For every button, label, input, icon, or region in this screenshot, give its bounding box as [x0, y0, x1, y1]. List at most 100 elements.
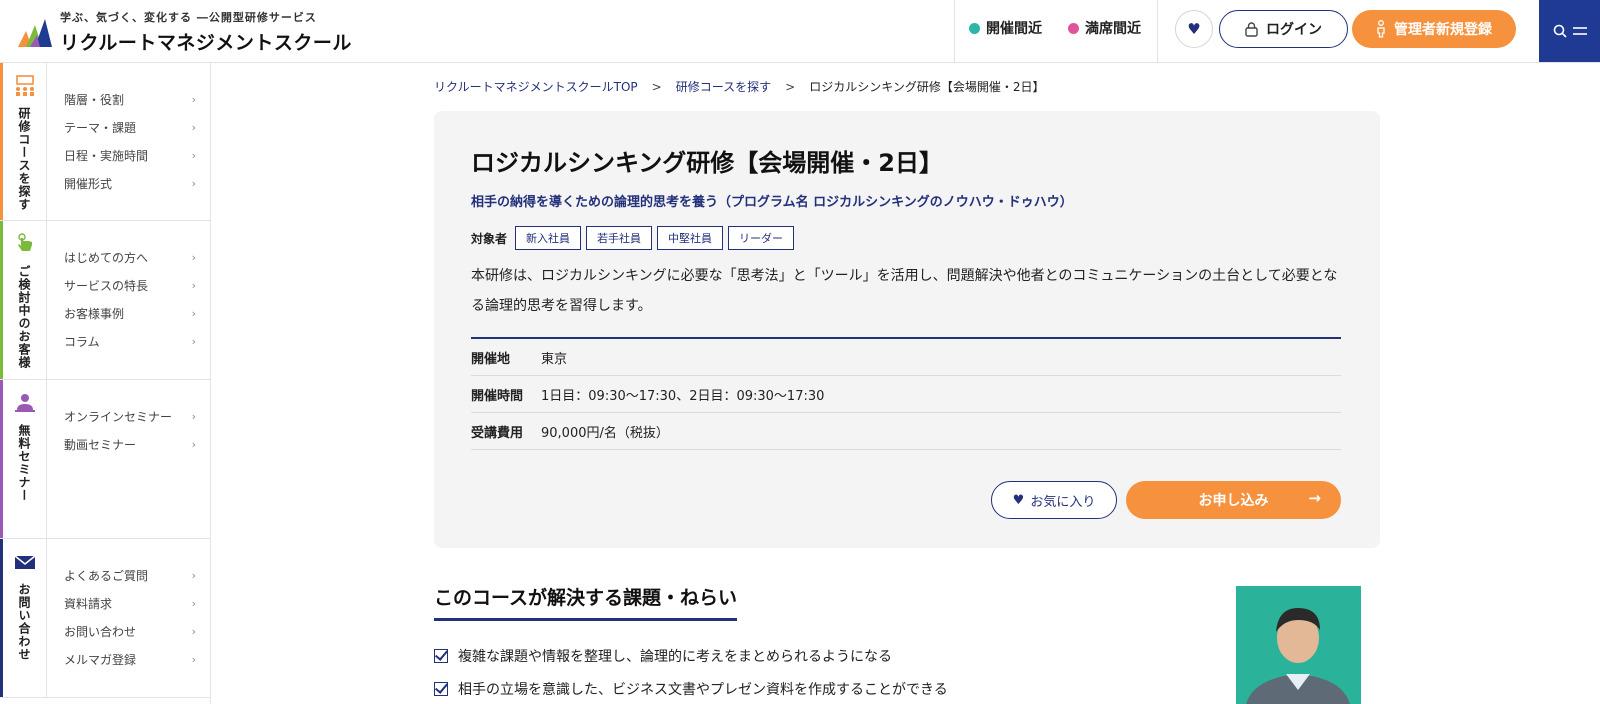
info-value: 東京 [541, 351, 568, 367]
chevron-right-icon: › [191, 409, 196, 423]
sidebar-item-label: はじめての方へ [64, 250, 149, 265]
favorites-button[interactable]: ♥ [1175, 10, 1213, 48]
course-subtitle: 相手の納得を導くための論理的思考を養う（プログラム名 ロジカルシンキングのノウハ… [471, 195, 1073, 210]
target-tag: 新入社員 [515, 226, 582, 250]
pointing-hand-icon [17, 233, 32, 251]
sidebar-section-heading: お問い合わせ [3, 539, 47, 697]
info-row-time: 開催時間 1日目：09:30〜17:30、2日目：09:30〜17:30 [471, 376, 1341, 413]
teal-dot-icon [969, 22, 980, 34]
chevron-right-icon: › [191, 120, 196, 134]
course-description: 本研修は、ロジカルシンキングに必要な「思考法」と「ツール」を活用し、問題解決や他… [471, 268, 1338, 314]
pink-dot-icon [1068, 22, 1079, 34]
sidebar-item-column[interactable]: コラム › [64, 327, 196, 355]
brand-logo-icon [18, 19, 52, 47]
sidebar-section-course-search: 研修コースを探す 階層・役割 › テーマ・課題 › 日程・実施時間 › 開催形式 › [0, 63, 210, 221]
instructor-photo [1236, 586, 1361, 704]
logo-brand-name: リクルートマネジメントスクール [60, 32, 352, 54]
sidebar-item-video-seminar[interactable]: 動画セミナー › [64, 430, 196, 458]
admin-register-button[interactable]: 管理者新規登録 [1352, 10, 1516, 48]
chevron-right-icon: › [191, 306, 196, 320]
sidebar-item-label: 階層・役割 [64, 92, 125, 107]
chevron-right-icon: › [191, 92, 196, 106]
heart-icon: ♥ [1187, 20, 1201, 38]
sidebar-item-level-role[interactable]: 階層・役割 › [64, 85, 196, 113]
apply-button[interactable]: お申し込み → [1126, 481, 1341, 519]
info-row-location: 開催地 東京 [471, 339, 1341, 376]
chevron-right-icon: › [191, 250, 196, 264]
sidebar-item-label: よくあるご質問 [64, 568, 149, 583]
menu-icon [1572, 27, 1587, 35]
sidebar-section-title: お問い合わせ [17, 583, 31, 661]
favorite-label: お気に入り [1030, 494, 1096, 510]
sidebar-item-label: お客様事例 [64, 306, 125, 321]
person-portrait-icon [1236, 586, 1361, 704]
login-button[interactable]: ログイン [1219, 10, 1348, 48]
chevron-right-icon: › [191, 437, 196, 451]
site-logo[interactable]: 学ぶ、気づく、変化する ―公開型研修サービス リクルートマネジメントスクール [18, 8, 352, 56]
target-tag: 若手社員 [586, 226, 653, 250]
header-divider [1157, 0, 1158, 62]
info-label: 開催地 [471, 351, 511, 367]
checkbox-checked-icon [434, 682, 448, 696]
sidebar-item-case-studies[interactable]: お客様事例 › [64, 299, 196, 327]
target-tag: リーダー [728, 226, 795, 250]
goal-item: 相手の立場を意識した、ビジネス文書やプレゼン資料を作成することができる [434, 679, 948, 699]
sidebar-item-label: 日程・実施時間 [64, 148, 149, 163]
sidebar-section-heading: ご検討中のお客様 [3, 221, 47, 379]
sidebar-item-features[interactable]: サービスの特長 › [64, 271, 196, 299]
chevron-right-icon: › [191, 652, 196, 666]
sidebar-item-inquiry[interactable]: お問い合わせ › [64, 617, 196, 645]
course-summary-card: ロジカルシンキング研修【会場開催・2日】 相手の納得を導くための論理的思考を養う… [434, 111, 1380, 548]
sidebar-item-online-seminar[interactable]: オンラインセミナー › [64, 402, 196, 430]
status-full-label: 満席間近 [1085, 21, 1141, 37]
chevron-right-icon: › [191, 148, 196, 162]
chevron-right-icon: › [191, 624, 196, 638]
sidebar-item-faq[interactable]: よくあるご質問 › [64, 561, 196, 589]
breadcrumb-separator: > [651, 79, 662, 94]
org-chart-icon [15, 75, 34, 96]
target-tag: 中堅社員 [657, 226, 724, 250]
sidebar-item-label: 開催形式 [64, 176, 113, 191]
info-value: 1日目：09:30〜17:30、2日目：09:30〜17:30 [541, 388, 825, 404]
sidebar-item-theme[interactable]: テーマ・課題 › [64, 113, 196, 141]
apply-label: お申し込み [1198, 493, 1269, 509]
target-audience: 対象者 新入社員 若手社員 中堅社員 リーダー [471, 226, 799, 250]
sidebar-section-heading: 無料セミナー [3, 380, 47, 538]
sidebar-section-title: 無料セミナー [17, 424, 31, 502]
header-divider [954, 0, 955, 62]
page-title: ロジカルシンキング研修【会場開催・2日】 [471, 149, 943, 177]
target-label: 対象者 [471, 231, 508, 246]
sidebar-section-heading: 研修コースを探す [3, 63, 47, 220]
sidebar-item-newsletter[interactable]: メルマガ登録 › [64, 645, 196, 673]
sidebar-section-contact: お問い合わせ よくあるご質問 › 資料請求 › お問い合わせ › メルマガ登録 › [0, 539, 210, 698]
sidebar-item-format[interactable]: 開催形式 › [64, 169, 196, 197]
sidebar-item-label: 資料請求 [64, 596, 113, 611]
sidebar-item-label: 動画セミナー [64, 437, 137, 452]
breadcrumb-search-link[interactable]: 研修コースを探す [676, 78, 771, 95]
status-soon-label: 開催間近 [986, 21, 1042, 37]
mail-icon [14, 555, 35, 569]
sidebar-item-brochure[interactable]: 資料請求 › [64, 589, 196, 617]
chevron-right-icon: › [191, 596, 196, 610]
register-label: 管理者新規登録 [1394, 22, 1492, 38]
goals-section-title: このコースが解決する課題・ねらい [434, 583, 738, 621]
sidebar-item-label: サービスの特長 [64, 278, 149, 293]
checkbox-checked-icon [434, 649, 448, 663]
breadcrumb-home-link[interactable]: リクルートマネジメントスクールTOP [434, 78, 638, 95]
status-filter-full[interactable]: 満席間近 [1068, 18, 1141, 38]
info-row-fee: 受講費用 90,000円/名（税抜） [471, 413, 1341, 450]
status-filter-soon[interactable]: 開催間近 [969, 18, 1042, 38]
arrow-right-icon: → [1308, 489, 1321, 507]
sidebar-section-considering: ご検討中のお客様 はじめての方へ › サービスの特長 › お客様事例 › コラム › [0, 221, 210, 380]
sidebar-item-first-time[interactable]: はじめての方へ › [64, 243, 196, 271]
sidebar-item-label: オンラインセミナー [64, 409, 173, 424]
sidebar-item-schedule[interactable]: 日程・実施時間 › [64, 141, 196, 169]
search-icon [1553, 24, 1567, 38]
chevron-right-icon: › [191, 568, 196, 582]
add-favorite-button[interactable]: ♥ お気に入り [991, 481, 1117, 519]
heart-icon: ♥ [1012, 492, 1025, 508]
search-menu-button[interactable] [1539, 0, 1600, 62]
lock-icon [1245, 21, 1258, 37]
sidebar-item-label: コラム [64, 334, 100, 349]
logo-tagline: 学ぶ、気づく、変化する ―公開型研修サービス [60, 11, 317, 24]
